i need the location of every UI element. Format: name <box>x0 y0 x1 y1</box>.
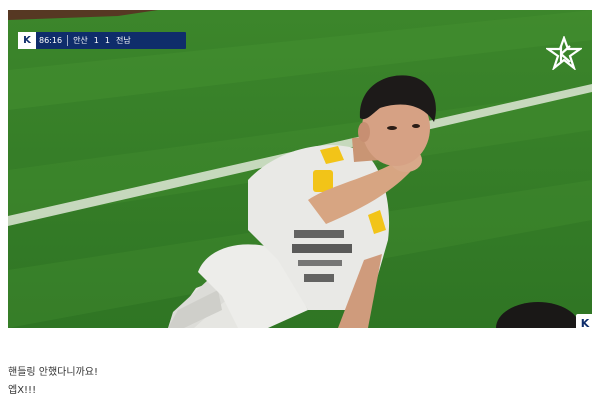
home-score: 1 <box>93 36 99 45</box>
k-league-star-icon <box>546 36 582 70</box>
corner-logo-icon: K <box>576 314 592 328</box>
caption-line-2: 엡X!!! <box>8 385 37 396</box>
home-team: 안산 <box>73 36 88 45</box>
away-score: 1 <box>104 36 110 45</box>
match-time: 86:16 <box>39 36 63 45</box>
soccer-player-scene <box>8 10 592 328</box>
league-logo-icon: K <box>18 32 36 49</box>
away-team: 전남 <box>115 36 131 45</box>
scoreboard: K 86:16 안산 1 1 전남 <box>18 32 186 49</box>
caption-line-1: 핸들링 안했다니까요! <box>8 367 98 378</box>
post-caption: 핸들링 안했다니까요! 엡X!!! <box>8 364 568 400</box>
video-frame[interactable]: K 86:16 안산 1 1 전남 K <box>8 10 592 328</box>
scoreboard-divider <box>67 35 69 46</box>
